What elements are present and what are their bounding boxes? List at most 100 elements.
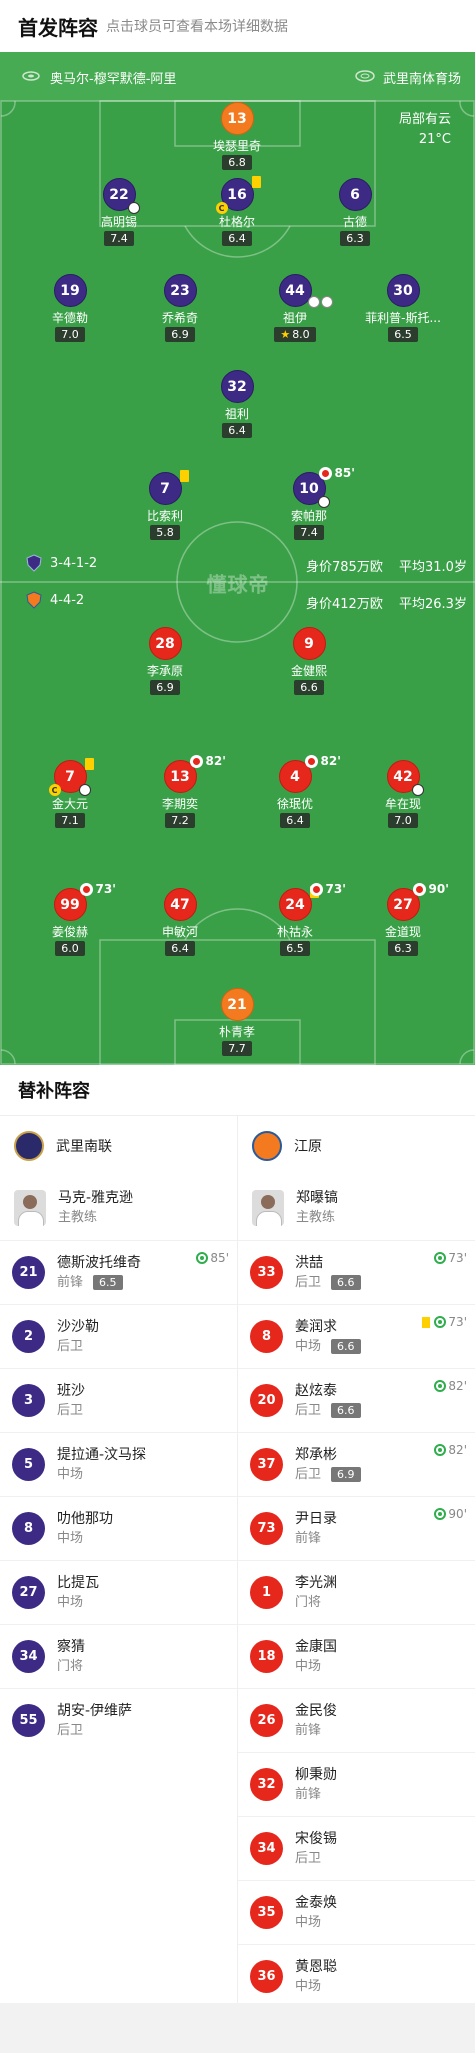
- player-name: 宋俊锡: [295, 1830, 337, 1847]
- bench-player-row[interactable]: 26 金民俊 前锋: [238, 1688, 475, 1752]
- goal-ball-icon: [411, 784, 424, 796]
- bench-player-row[interactable]: 34 察猜 门将: [0, 1624, 237, 1688]
- sub-time: 90': [448, 1507, 467, 1521]
- home-coach[interactable]: 马克-雅克逊 主教练: [0, 1176, 237, 1240]
- stadium-icon: [355, 69, 375, 86]
- bench-player-row[interactable]: 36 黄恩聪 中场: [238, 1944, 475, 2008]
- bench-player-row[interactable]: 20 赵炫泰 后卫 6.6 82': [238, 1368, 475, 1432]
- bench-player-row[interactable]: 8 叻他那功 中场: [0, 1496, 237, 1560]
- player-name: 辛德勒: [51, 311, 88, 325]
- player-number: 8: [250, 1320, 283, 1353]
- bench-player-row[interactable]: 18 金康国 中场: [238, 1624, 475, 1688]
- player-position: 前锋: [57, 1274, 84, 1290]
- away-player-card[interactable]: 28 李承原 6.9: [115, 627, 215, 695]
- away-bench-team[interactable]: 江原: [238, 1116, 475, 1176]
- home-player-card[interactable]: 13 埃瑟里奇 6.8: [187, 102, 287, 170]
- home-player-card[interactable]: 22 高明锡 7.4: [69, 178, 169, 246]
- bench-player-row[interactable]: 3 班沙 后卫: [0, 1368, 237, 1432]
- player-rating: 6.4: [165, 941, 195, 956]
- sub-off-icon: [304, 754, 318, 768]
- away-player-card[interactable]: 4 82' 徐珉优 6.4: [245, 754, 345, 828]
- bench-player-row[interactable]: 8 姜润求 中场 6.6 73': [238, 1304, 475, 1368]
- star-icon: ★: [280, 328, 291, 341]
- sub-on-icon: [434, 1316, 447, 1328]
- player-rating: 6.6: [331, 1339, 361, 1354]
- bench-player-row[interactable]: 5 提拉通-汶马探 中场: [0, 1432, 237, 1496]
- bench-player-row[interactable]: 32 柳秉勋 前锋: [238, 1752, 475, 1816]
- player-rating: 6.5: [280, 941, 310, 956]
- bench-player-row[interactable]: 2 沙沙勒 后卫: [0, 1304, 237, 1368]
- home-player-card[interactable]: 7 比索利 5.8: [115, 470, 215, 540]
- player-rating: 8.0: [292, 328, 310, 341]
- home-bench-team[interactable]: 武里南联: [0, 1116, 237, 1176]
- player-name: 黄恩聪: [295, 1958, 337, 1975]
- home-player-card[interactable]: 32 祖利 6.4: [187, 370, 287, 438]
- bench-player-row[interactable]: 55 胡安-伊维萨 后卫: [0, 1688, 237, 1752]
- coach-name: 马克-雅克逊: [58, 1190, 134, 1206]
- player-rating: 7.2: [165, 813, 195, 828]
- player-position: 中场: [295, 1658, 322, 1674]
- away-coach[interactable]: 郑曝镐 主教练: [238, 1176, 475, 1240]
- sub-time: 82': [320, 754, 341, 768]
- sub-on-icon: [196, 1252, 209, 1264]
- player-position: 前锋: [295, 1530, 322, 1546]
- player-number: 1: [250, 1576, 283, 1609]
- captain-badge-icon: C: [215, 202, 228, 214]
- player-rating: 5.8: [150, 525, 180, 540]
- sub-time: 82': [448, 1443, 467, 1457]
- bench-player-row[interactable]: 34 宋俊锡 后卫: [238, 1816, 475, 1880]
- player-rating: 7.1: [55, 813, 85, 828]
- bench-player-row[interactable]: 21 德斯波托维奇 前锋 6.5 85': [0, 1240, 237, 1304]
- player-number: 24: [285, 896, 305, 913]
- away-player-card[interactable]: 42 牟在现 7.0: [353, 760, 453, 828]
- away-player-card[interactable]: 27 90' 金道现 6.3: [353, 882, 453, 956]
- away-player-card[interactable]: 99 73' 姜俊赫 6.0: [20, 882, 120, 956]
- sub-on-indicator: 73': [434, 1251, 467, 1265]
- weather-info: 局部有云 21°C: [399, 110, 451, 150]
- player-name: 姜俊赫: [51, 925, 88, 939]
- avatar: [252, 1190, 284, 1226]
- home-player-card[interactable]: 44 祖伊 ★ 8.0: [245, 274, 345, 342]
- sub-off-icon: [318, 466, 332, 480]
- player-number: 21: [220, 988, 254, 1021]
- bench-player-row[interactable]: 27 比提瓦 中场: [0, 1560, 237, 1624]
- player-name: 金康国: [295, 1638, 337, 1655]
- player-name: 班沙: [57, 1382, 85, 1399]
- player-number: 3: [12, 1384, 45, 1417]
- player-name: 柳秉勋: [295, 1766, 337, 1783]
- home-player-card[interactable]: 23 乔希奇 6.9: [130, 274, 230, 342]
- away-player-card[interactable]: 13 82' 李期奕 7.2: [130, 754, 230, 828]
- home-player-card[interactable]: 16 C 杜格尔 6.4: [187, 176, 287, 246]
- bench-player-row[interactable]: 73 尹日录 前锋 90': [238, 1496, 475, 1560]
- assist-icon: [307, 296, 320, 308]
- bench-player-row[interactable]: 1 李光渊 门将: [238, 1560, 475, 1624]
- player-number: 47: [163, 888, 197, 921]
- player-number: 20: [250, 1384, 283, 1417]
- home-player-card[interactable]: 19 辛德勒 7.0: [20, 274, 120, 342]
- away-player-card[interactable]: 9 金健熙 6.6: [259, 627, 359, 695]
- away-player-card[interactable]: 47 申敏河 6.4: [130, 888, 230, 956]
- player-number: 30: [386, 274, 420, 307]
- away-player-card[interactable]: 21 朴青孝 7.7: [187, 988, 287, 1056]
- player-number-wrap: 22: [102, 178, 140, 214]
- home-age: 平均31.0岁: [399, 560, 467, 575]
- sub-off-indicator: 82': [189, 754, 226, 768]
- home-player-card[interactable]: 30 菲利普-斯托... 6.5: [353, 274, 453, 342]
- away-player-card[interactable]: 7C 金大元 7.1: [20, 758, 120, 828]
- sub-time: 73': [448, 1251, 467, 1265]
- home-player-card[interactable]: 6 古德 6.3: [305, 178, 405, 246]
- bench-player-row[interactable]: 37 郑承彬 后卫 6.9 82': [238, 1432, 475, 1496]
- player-rating: 6.6: [331, 1403, 361, 1418]
- bench-player-row[interactable]: 35 金泰焕 中场: [238, 1880, 475, 1944]
- home-player-card[interactable]: 10 85' 索帕那 7.4: [259, 466, 359, 540]
- player-name: 金大元: [51, 797, 88, 811]
- lineup-title: 首发阵容: [18, 16, 98, 40]
- player-name: 金泰焕: [295, 1894, 337, 1911]
- bench-player-row[interactable]: 33 洪喆 后卫 6.6 73': [238, 1240, 475, 1304]
- goal-ball-icon: [78, 784, 91, 796]
- player-name: 比索利: [146, 509, 183, 523]
- away-player-card[interactable]: 24 73' 朴祜永 6.5: [245, 882, 346, 956]
- player-number: 7: [65, 768, 75, 785]
- player-rating: 6.0: [55, 941, 85, 956]
- player-number-wrap: 24 73': [278, 882, 346, 921]
